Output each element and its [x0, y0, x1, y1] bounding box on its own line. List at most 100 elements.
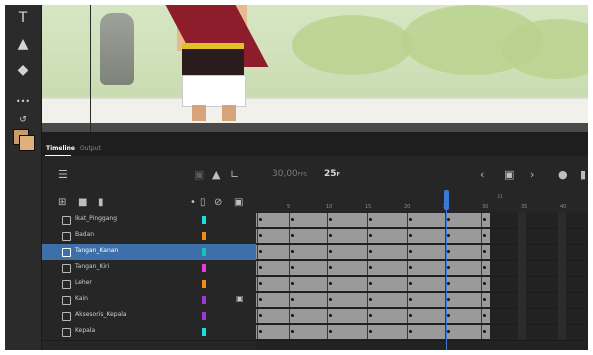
keyframe[interactable]	[447, 330, 450, 333]
stage[interactable]	[42, 5, 588, 132]
keyframe[interactable]	[369, 250, 372, 253]
keyframe[interactable]	[483, 218, 486, 221]
keyframe[interactable]	[259, 314, 262, 317]
keyframe[interactable]	[259, 266, 262, 269]
layer-row[interactable]: Tangan_Kiri	[42, 260, 256, 277]
layer-color-indicator[interactable]	[202, 264, 206, 272]
character-cloth[interactable]	[182, 75, 246, 107]
keyframe[interactable]	[409, 330, 412, 333]
keyframe[interactable]	[329, 234, 332, 237]
camera-icon[interactable]: ▣	[194, 168, 204, 182]
tab-timeline[interactable]: Timeline	[46, 144, 75, 154]
next-frame-icon[interactable]: ›	[530, 168, 534, 182]
layer-color-indicator[interactable]	[202, 328, 206, 336]
keyframe[interactable]	[409, 234, 412, 237]
frame-row[interactable]	[256, 324, 588, 341]
layer-row-selected[interactable]: Tangan_Kanan	[42, 244, 256, 261]
keyframe[interactable]	[259, 250, 262, 253]
frame-row[interactable]	[256, 228, 588, 245]
stop-icon[interactable]: ▣	[504, 168, 514, 182]
keyframe[interactable]	[259, 298, 262, 301]
tab-output[interactable]: Output	[80, 144, 101, 154]
keyframe[interactable]	[369, 266, 372, 269]
keyframe[interactable]	[483, 298, 486, 301]
keyframe[interactable]	[259, 218, 262, 221]
layer-color-indicator[interactable]	[202, 216, 206, 224]
keyframe[interactable]	[483, 234, 486, 237]
eraser-icon[interactable]: ◆	[13, 61, 33, 79]
frame-row[interactable]	[256, 292, 588, 309]
keyframe[interactable]	[447, 298, 450, 301]
frame-row[interactable]	[256, 244, 588, 261]
more-tools-icon[interactable]: •••	[13, 93, 33, 111]
layers-stack-icon[interactable]: ☰	[58, 168, 68, 182]
keyframe[interactable]	[259, 234, 262, 237]
keyframe[interactable]	[409, 314, 412, 317]
keyframe[interactable]	[259, 282, 262, 285]
keyframe[interactable]	[291, 250, 294, 253]
keyframe[interactable]	[329, 330, 332, 333]
graph-icon[interactable]: ∟	[230, 168, 239, 182]
layer-row[interactable]: Leher	[42, 276, 256, 293]
keyframe[interactable]	[291, 330, 294, 333]
lock-icon[interactable]: ▣	[236, 294, 244, 303]
character-shorts[interactable]	[182, 49, 244, 75]
character-leg-right[interactable]	[222, 105, 236, 121]
frame-grid[interactable]	[256, 212, 588, 350]
keyframe[interactable]	[291, 282, 294, 285]
keyframe[interactable]	[369, 314, 372, 317]
keyframe[interactable]	[483, 330, 486, 333]
keyframe[interactable]	[447, 250, 450, 253]
layer-parenting-icon[interactable]: ▲	[212, 168, 220, 182]
layer-color-indicator[interactable]	[202, 280, 206, 288]
keyframe[interactable]	[483, 266, 486, 269]
layer-color-indicator[interactable]	[202, 232, 206, 240]
keyframe[interactable]	[291, 314, 294, 317]
lock-all-icon[interactable]: ▣	[234, 196, 243, 210]
paint-bucket-icon[interactable]: ▲	[13, 35, 33, 53]
keyframe[interactable]	[329, 266, 332, 269]
keyframe[interactable]	[483, 314, 486, 317]
keyframe[interactable]	[409, 218, 412, 221]
swap-colors-icon[interactable]: ↺	[13, 111, 33, 129]
frame-row[interactable]	[256, 260, 588, 277]
keyframe[interactable]	[447, 314, 450, 317]
keyframe[interactable]	[329, 314, 332, 317]
keyframe[interactable]	[447, 282, 450, 285]
highlight-layer-icon[interactable]: •	[190, 196, 196, 210]
keyframe[interactable]	[259, 330, 262, 333]
layer-row[interactable]: Ikat_Pinggang	[42, 212, 256, 229]
keyframe[interactable]	[329, 218, 332, 221]
current-frame-readout[interactable]: 25F	[324, 169, 340, 179]
layer-row[interactable]: Badan	[42, 228, 256, 245]
keyframe[interactable]	[369, 298, 372, 301]
keyframe[interactable]	[291, 298, 294, 301]
keyframe[interactable]	[447, 266, 450, 269]
keyframe[interactable]	[369, 282, 372, 285]
keyframe[interactable]	[291, 234, 294, 237]
keyframe[interactable]	[483, 250, 486, 253]
keyframe[interactable]	[409, 250, 412, 253]
keyframe[interactable]	[369, 330, 372, 333]
keyframe[interactable]	[291, 266, 294, 269]
onion-skin-icon[interactable]: ●	[558, 168, 568, 182]
keyframe[interactable]	[447, 218, 450, 221]
layer-row[interactable]: Kain ▣	[42, 292, 256, 309]
keyframe[interactable]	[483, 282, 486, 285]
keyframe[interactable]	[329, 250, 332, 253]
keyframe[interactable]	[369, 234, 372, 237]
keyframe[interactable]	[409, 282, 412, 285]
new-layer-icon[interactable]: ⊞	[58, 196, 66, 210]
keyframe[interactable]	[369, 218, 372, 221]
character-leg-left[interactable]	[192, 105, 206, 121]
layer-color-indicator[interactable]	[202, 312, 206, 320]
show-hide-icon[interactable]: ⊘	[214, 196, 222, 210]
edit-multiple-frames-icon[interactable]: ▮	[580, 168, 586, 182]
fill-color-swatch[interactable]	[19, 135, 35, 151]
frame-row[interactable]	[256, 308, 588, 325]
frame-row[interactable]	[256, 212, 588, 229]
layer-row[interactable]: Aksesoris_Kepala	[42, 308, 256, 325]
layer-color-indicator[interactable]	[202, 296, 206, 304]
outline-icon[interactable]: ▯	[200, 196, 206, 210]
keyframe[interactable]	[329, 282, 332, 285]
